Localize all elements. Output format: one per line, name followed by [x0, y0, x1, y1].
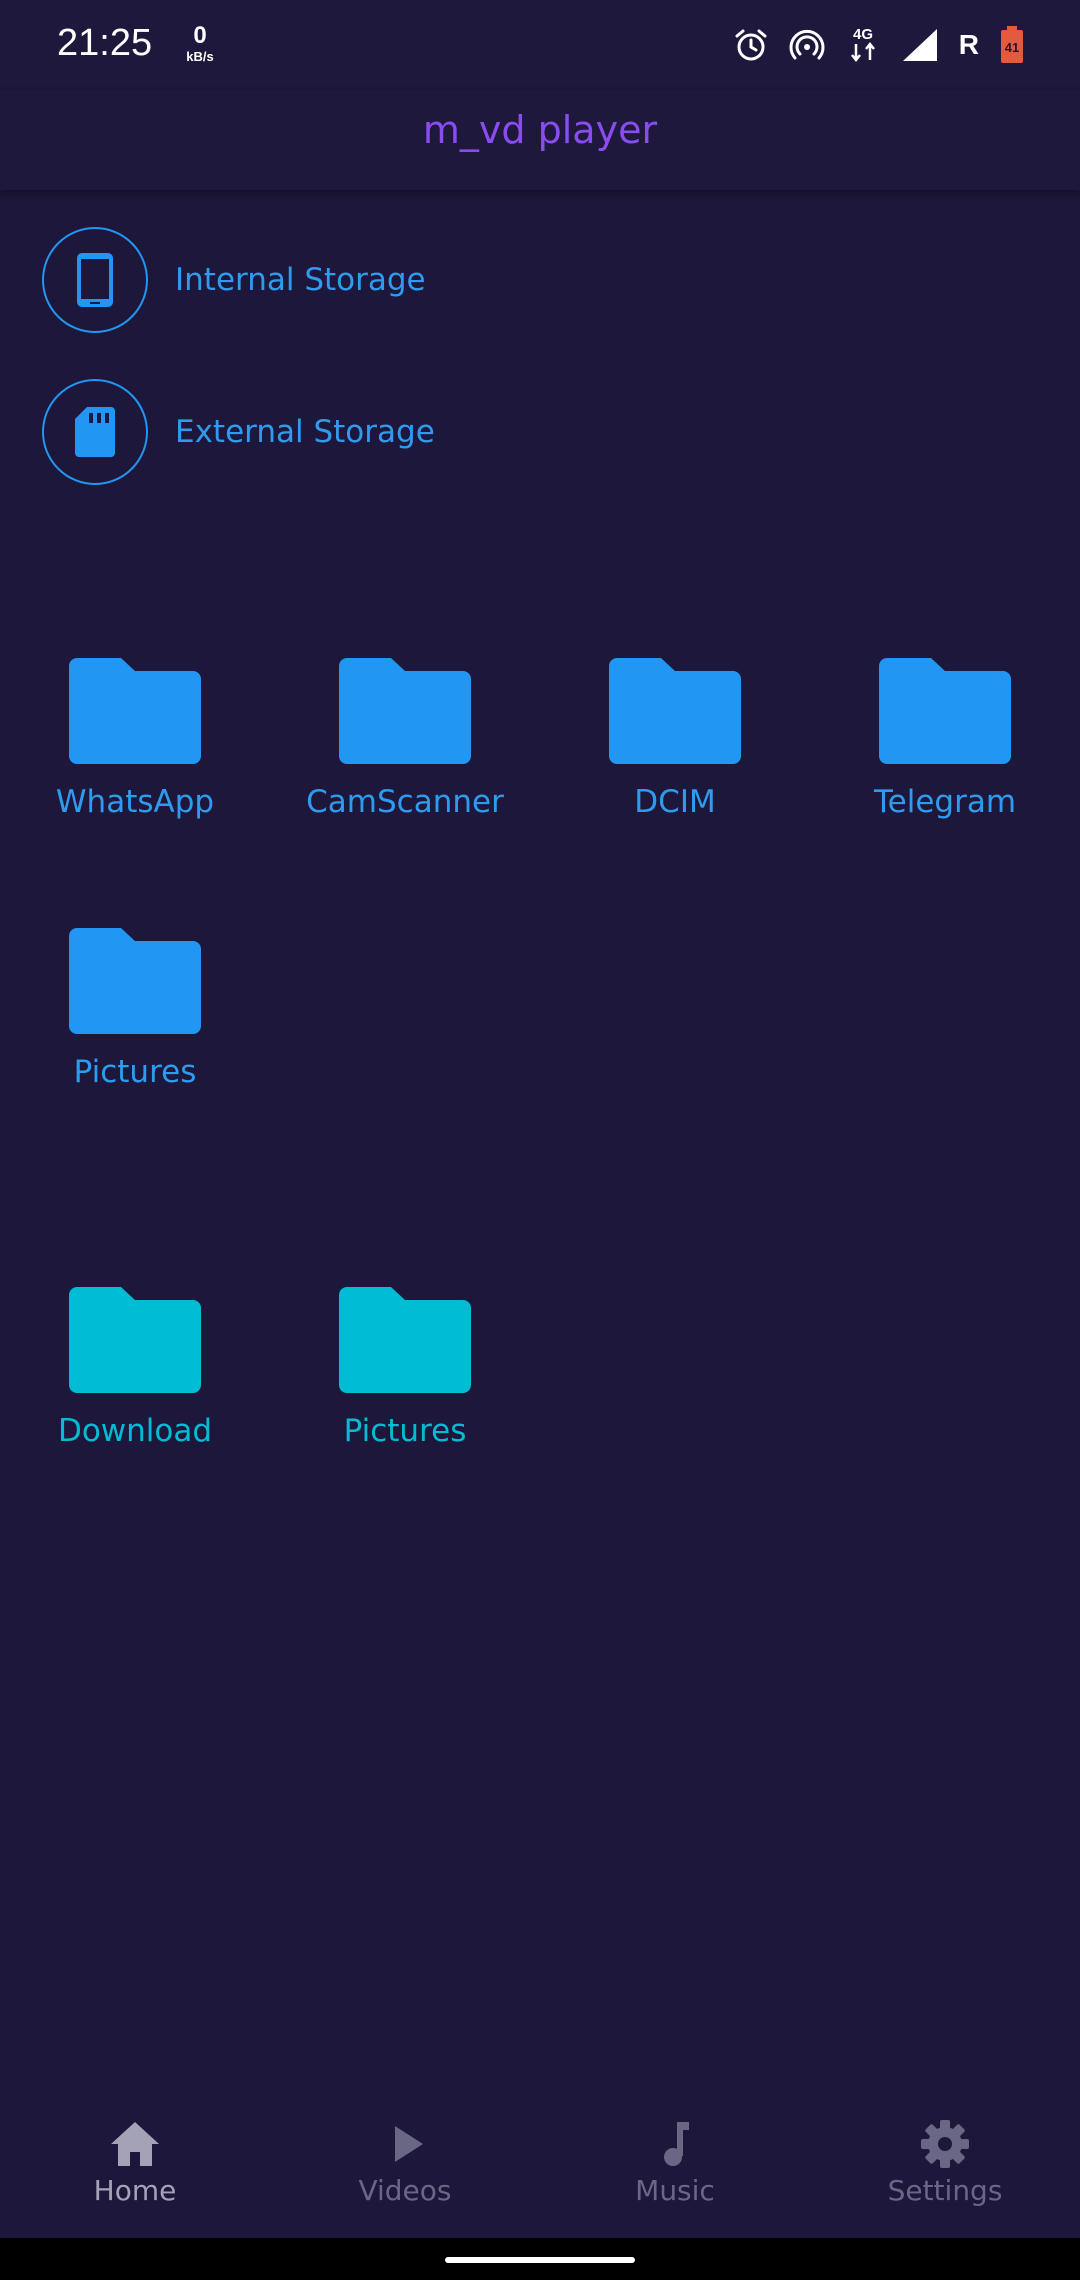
folder-dcim[interactable]: DCIM: [540, 658, 810, 820]
folder-label: WhatsApp: [55, 784, 215, 820]
folder-label: DCIM: [634, 784, 716, 820]
nav-label: Videos: [358, 2174, 452, 2207]
signal-icon: [902, 29, 937, 61]
folder-camscanner[interactable]: CamScanner: [270, 658, 540, 820]
battery-level: 41: [1005, 40, 1019, 55]
folder-label: CamScanner: [306, 784, 504, 820]
folder-download[interactable]: Download: [0, 1287, 270, 1449]
alarm-icon: [735, 29, 767, 61]
folder-icon: [339, 1287, 471, 1393]
phone-icon: [77, 253, 113, 307]
folder-pictures-2[interactable]: Pictures: [270, 1287, 540, 1449]
internal-storage-item[interactable]: Internal Storage: [42, 225, 426, 335]
external-storage-icon-circle: [42, 379, 148, 485]
folder-icon: [69, 658, 201, 764]
folder-pictures[interactable]: Pictures: [0, 928, 270, 1090]
app-bar: m_vd player: [0, 90, 1080, 190]
network-type-label: 4G: [853, 26, 873, 43]
gear-icon: [921, 2120, 969, 2168]
battery-icon: 41: [1001, 26, 1023, 63]
folder-label: Telegram: [873, 784, 1017, 820]
internal-storage-label: Internal Storage: [175, 262, 426, 298]
play-icon: [395, 2126, 423, 2162]
status-icons: 4G R 41: [733, 25, 1025, 65]
nav-label: Settings: [887, 2174, 1003, 2207]
external-storage-label: External Storage: [175, 414, 435, 450]
nav-item-settings[interactable]: Settings: [810, 2120, 1080, 2207]
mobile-data-icon: 4G: [850, 26, 875, 63]
network-speed: 0 kB/s: [180, 22, 220, 64]
folder-label: Pictures: [73, 1054, 197, 1090]
home-icon: [111, 2122, 159, 2166]
nav-item-home[interactable]: Home: [0, 2120, 270, 2207]
nav-item-music[interactable]: Music: [540, 2120, 810, 2207]
network-speed-unit: kB/s: [186, 49, 214, 64]
folder-telegram[interactable]: Telegram: [810, 658, 1080, 820]
app-title: m_vd player: [422, 108, 658, 152]
roaming-indicator: R: [958, 29, 979, 60]
nav-label: Home: [93, 2174, 177, 2207]
status-time: 21:25: [57, 22, 153, 64]
folder-icon: [69, 1287, 201, 1393]
nav-label: Music: [635, 2174, 715, 2207]
internal-storage-icon-circle: [42, 227, 148, 333]
folder-whatsapp[interactable]: WhatsApp: [0, 658, 270, 820]
network-speed-value: 0: [193, 22, 207, 49]
nav-item-videos[interactable]: Videos: [270, 2120, 540, 2207]
external-storage-item[interactable]: External Storage: [42, 377, 435, 487]
folder-icon: [879, 658, 1011, 764]
folder-label: Pictures: [343, 1413, 467, 1449]
status-bar: 21:25 0 kB/s 4G R 41: [0, 0, 1080, 90]
gesture-handle[interactable]: [445, 2257, 635, 2263]
folder-label: Download: [57, 1413, 213, 1449]
folder-icon: [609, 658, 741, 764]
bottom-navigation: Home Videos Music Settings: [0, 2090, 1080, 2240]
sd-card-icon: [75, 407, 115, 457]
folder-icon: [69, 928, 201, 1034]
hotspot-icon: [789, 29, 825, 60]
folder-icon: [339, 658, 471, 764]
music-note-icon: [664, 2122, 689, 2166]
system-gesture-bar: [0, 2238, 1080, 2280]
